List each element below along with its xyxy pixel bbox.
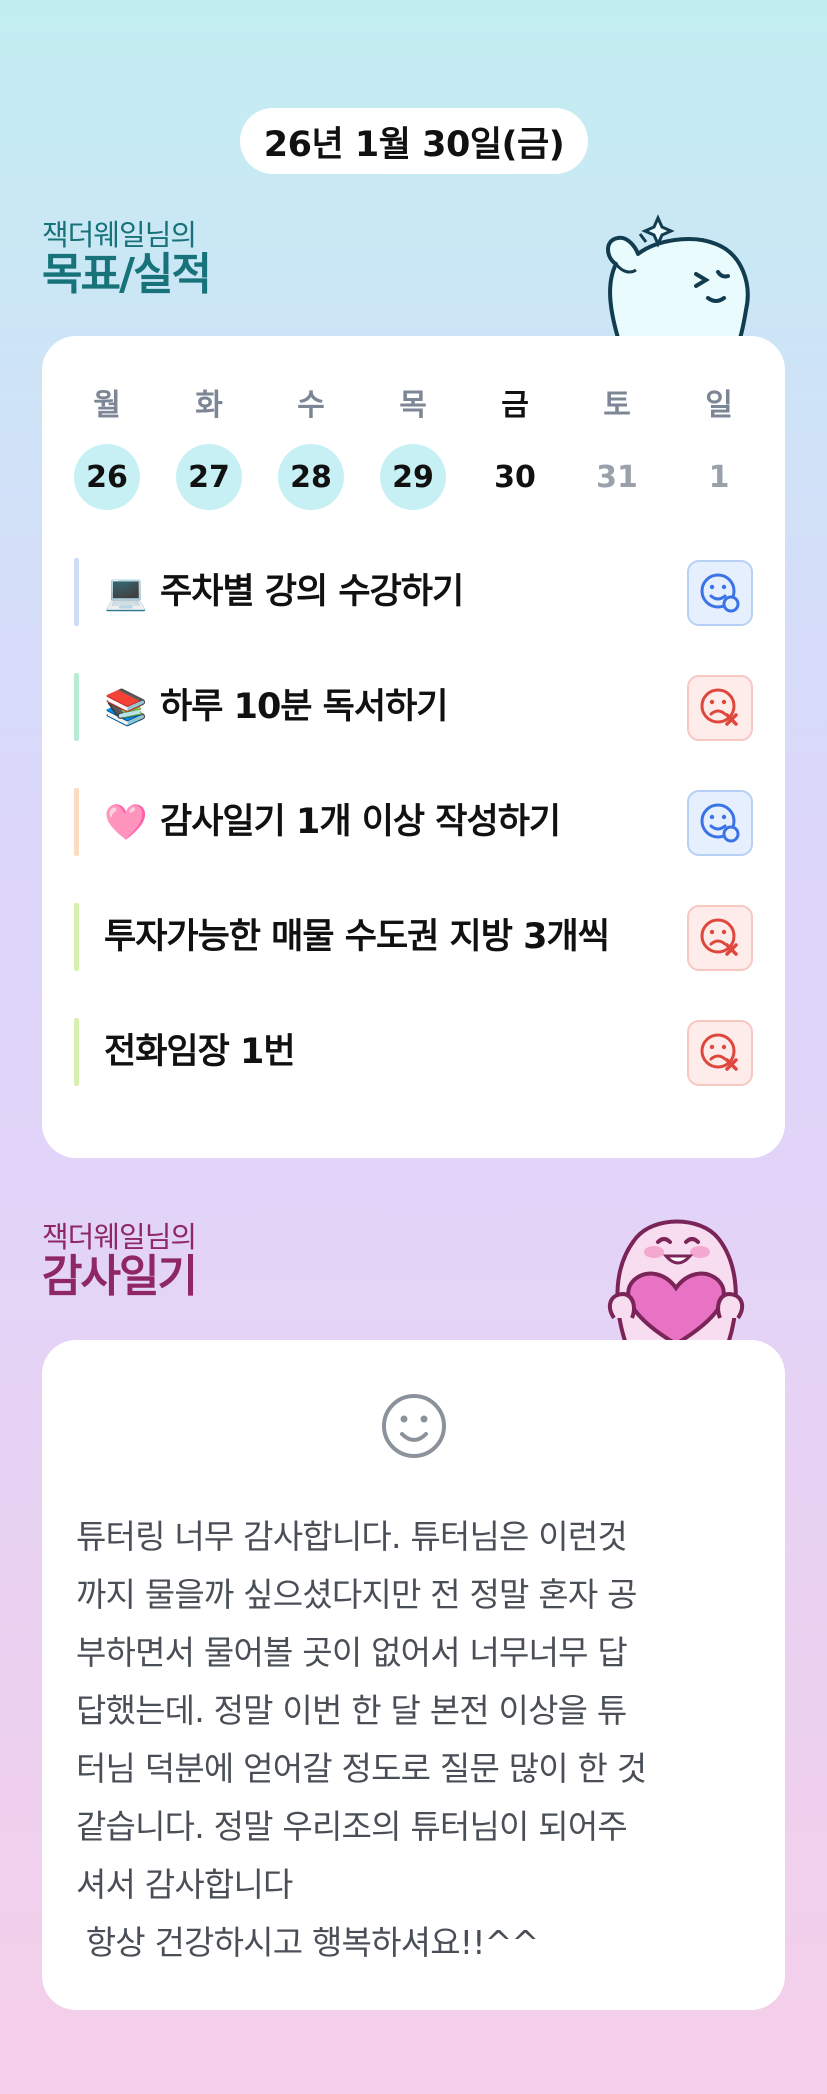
smile-check-icon	[700, 573, 740, 613]
thanks-card: 튜터링 너무 감사합니다. 튜터님은 이런것까지 물을까 싶으셨다지만 전 정말…	[42, 1340, 785, 2010]
thanks-section-heading: 감사일기	[42, 1251, 198, 1302]
smile-icon	[382, 1394, 446, 1458]
calendar-day[interactable]: 수 28	[276, 386, 346, 510]
goal-status-success[interactable]	[687, 790, 753, 856]
diary-line: 답했는데. 정말 이번 한 달 본전 이상을 튜	[76, 1691, 627, 1730]
day-date: 31	[596, 459, 638, 495]
day-date: 28	[278, 444, 344, 510]
goal-text: 💻 주차별 강의 수강하기	[104, 554, 464, 630]
goal-item[interactable]: 🩷 감사일기 1개 이상 작성하기	[74, 784, 754, 860]
goal-status-fail[interactable]	[687, 905, 753, 971]
goal-color-bar	[74, 788, 79, 856]
frown-x-icon	[700, 1033, 738, 1071]
goal-text: 투자가능한 매물 수도권 지방 3개씩	[104, 899, 610, 975]
goal-color-bar	[74, 1018, 79, 1086]
diary-text: 튜터링 너무 감사합니다. 튜터님은 이런것까지 물을까 싶으셨다지만 전 정말…	[76, 1508, 766, 1972]
diary-line: 터님 덕분에 얻어갈 정도로 질문 많이 한 것	[76, 1749, 647, 1788]
goal-emoji: 🩷	[104, 803, 148, 843]
goal-color-bar	[74, 558, 79, 626]
calendar-day[interactable]: 금 30	[480, 386, 550, 510]
day-date: 30	[494, 459, 536, 495]
date-label: 26년 1월 30일(금)	[240, 108, 588, 174]
goal-emoji: 💻	[104, 573, 148, 613]
day-name: 금	[501, 388, 529, 423]
day-date: 29	[380, 444, 446, 510]
frown-x-icon	[700, 918, 738, 956]
calendar-day[interactable]: 화 27	[174, 386, 244, 510]
day-name: 월	[93, 388, 121, 423]
day-date: 26	[74, 444, 140, 510]
goal-item[interactable]: 📚 하루 10분 독서하기	[74, 669, 754, 745]
day-date: 27	[176, 444, 242, 510]
goal-text: 🩷 감사일기 1개 이상 작성하기	[104, 784, 561, 860]
goal-label: 하루 10분 독서하기	[160, 687, 448, 727]
goal-section-heading: 목표/실적	[42, 249, 212, 300]
goal-label: 감사일기 1개 이상 작성하기	[160, 802, 561, 842]
calendar-day[interactable]: 토 31	[582, 386, 652, 510]
day-name: 수	[297, 388, 325, 423]
goal-label: 투자가능한 매물 수도권 지방 3개씩	[104, 917, 610, 957]
goal-status-fail[interactable]	[687, 1020, 753, 1086]
goal-status-fail[interactable]	[687, 675, 753, 741]
goal-color-bar	[74, 903, 79, 971]
goal-emoji: 📚	[104, 688, 148, 728]
day-name: 토	[603, 388, 631, 423]
goal-item[interactable]: 💻 주차별 강의 수강하기	[74, 554, 754, 630]
diary-line: 셔서 감사합니다	[76, 1865, 293, 1904]
calendar-day[interactable]: 일1	[684, 386, 754, 510]
frown-x-icon	[700, 688, 738, 726]
goal-text: 📚 하루 10분 독서하기	[104, 669, 448, 745]
day-date: 1	[708, 459, 730, 495]
thanks-section-owner: 잭더웨일님의	[42, 1220, 197, 1254]
day-name: 화	[195, 388, 223, 423]
diary-line: 부하면서 물어볼 곳이 없어서 너무너무 답	[76, 1633, 628, 1672]
goal-section-title: 잭더웨일님의 목표/실적	[42, 218, 212, 300]
day-name: 일	[705, 388, 733, 423]
goal-card: 월 26 화 27 수 28 목 29 금 30 토 31 일 1 💻 주차별 강의 수강하기 📚 하루 10분…	[42, 336, 785, 1158]
goal-label: 주차별 강의 수강하기	[160, 572, 464, 612]
day-name: 목	[399, 388, 427, 423]
diary-line: 항상 건강하시고 행복하셔요!!^^	[76, 1923, 539, 1962]
mascot-holding-heart	[607, 1219, 745, 1344]
goal-text: 전화임장 1번	[104, 1014, 296, 1090]
goal-color-bar	[74, 673, 79, 741]
calendar-day[interactable]: 목 29	[378, 386, 448, 510]
diary-line: 까지 물을까 싶으셨다지만 전 정말 혼자 공	[76, 1575, 637, 1614]
thanks-section-title: 잭더웨일님의 감사일기	[42, 1220, 198, 1302]
diary-line: 튜터링 너무 감사합니다. 튜터님은 이런것	[76, 1517, 628, 1556]
goal-section-owner: 잭더웨일님의	[42, 218, 197, 252]
goal-item[interactable]: 투자가능한 매물 수도권 지방 3개씩	[74, 899, 754, 975]
goal-label: 전화임장 1번	[104, 1032, 296, 1072]
calendar-day[interactable]: 월 26	[72, 386, 142, 510]
goal-item[interactable]: 전화임장 1번	[74, 1014, 754, 1090]
smile-check-icon	[700, 803, 740, 843]
goal-status-success[interactable]	[687, 560, 753, 626]
whale-mascot-waving	[606, 214, 750, 338]
diary-line: 같습니다. 정말 우리조의 튜터님이 되어주	[76, 1807, 628, 1846]
